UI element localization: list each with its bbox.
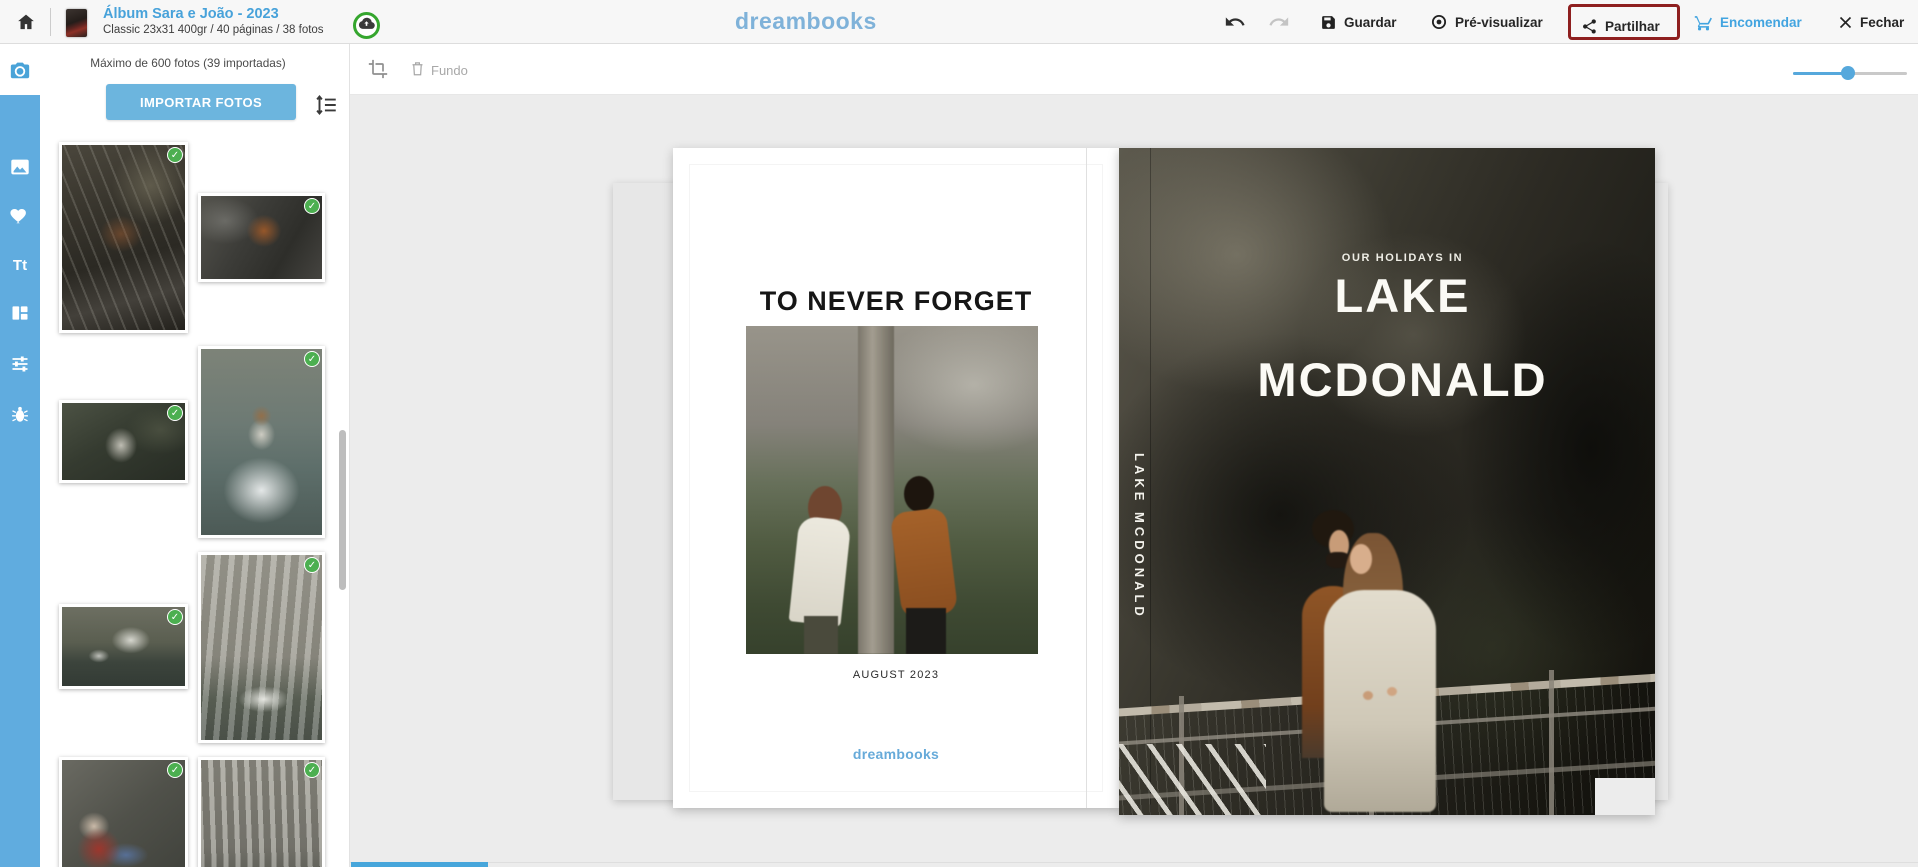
photo-selected-check-icon: ✓ [167,609,183,625]
photo-thumbnail-climber-on-rock-face[interactable]: ✓ [198,757,325,867]
sidebar-item-adjustments[interactable] [0,340,40,388]
save-label: Guardar [1344,15,1397,30]
book-front-cover-photo[interactable]: LAKE MCDONALD OUR HOLIDAYS IN LAKE MCDON… [1119,148,1655,815]
top-bar: Álbum Sara e João - 2023 Classic 23x31 4… [0,0,1918,44]
image-icon [9,156,31,178]
close-label: Fechar [1860,15,1904,30]
woman-sweater [1324,590,1436,812]
photo-selected-check-icon: ✓ [167,405,183,421]
remove-background-button[interactable]: Fundo [410,58,468,82]
crop-button[interactable] [367,59,389,81]
photo-limit-text: Máximo de 600 fotos (39 importadas) [40,56,336,70]
bug-icon [10,405,30,425]
crop-icon [368,67,388,82]
sidebar-item-gallery[interactable] [0,143,40,191]
photo-thumbnail-woman-on-bridge[interactable]: ✓ [59,400,188,483]
hand-on-rail [1387,687,1397,696]
woman-sweater [789,516,852,627]
order-label: Encomendar [1720,15,1802,30]
preview-button[interactable]: Pré-visualizar [1430,0,1543,44]
home-button[interactable] [16,0,36,44]
trash-icon [410,60,425,80]
cart-icon [1694,13,1713,32]
editor-canvas: Fundo TO NEVER FORGET AUGUS [350,44,1918,867]
share-icon [1581,18,1598,35]
photo-thumbnail-couple-on-canyon-bridge[interactable]: ✓ [59,142,188,333]
sidebar-item-layouts[interactable] [0,289,40,337]
photo-selected-check-icon: ✓ [167,762,183,778]
import-photos-button[interactable]: IMPORTAR FOTOS [106,84,296,120]
heart-icon [9,204,31,226]
preview-icon [1430,13,1448,31]
preview-label: Pré-visualizar [1455,15,1543,30]
photo-selected-check-icon: ✓ [304,557,320,573]
back-cover-photo[interactable] [746,326,1038,654]
cloud-upload-icon [358,15,375,37]
header-divider [50,8,51,36]
text-tool-icon: Tt [13,257,27,274]
man-head [904,476,934,512]
canvas-bottom-edge [350,862,1918,863]
tool-sidebar: Tt [0,44,40,867]
back-cover-title-text[interactable]: TO NEVER FORGET [673,286,1119,317]
camera-icon [9,59,31,81]
sliders-icon [10,354,30,374]
zoom-slider-fill [1793,72,1848,75]
album-title: Álbum Sara e João - 2023 [103,6,279,23]
photo-thumbnail-man-lying-on-rocks[interactable]: ✓ [198,193,325,282]
album-cover-thumbnail [66,9,87,37]
save-button[interactable]: Guardar [1320,0,1397,44]
photo-thumbnail-woman-with-hat-in-boat[interactable]: ✓ [198,346,325,538]
panel-scrollbar[interactable] [339,430,346,590]
photo-selected-check-icon: ✓ [304,351,320,367]
woman-pants [804,616,838,654]
photo-thumbnail-boat-on-quarry-lake[interactable]: ✓ [59,604,188,689]
sidebar-item-stickers[interactable] [0,391,40,439]
order-button[interactable]: Encomendar [1694,0,1802,44]
undo-icon [1224,11,1246,33]
photo-thumbnail-couple-sitting-on-rocks[interactable]: ✓ [59,757,188,867]
woman-face [1350,544,1372,574]
tree-trunk [858,326,894,654]
redo-icon [1268,11,1290,33]
canvas-toolbar: Fundo [350,44,1918,95]
photos-panel: Máximo de 600 fotos (39 importadas) IMPO… [40,44,350,867]
close-button[interactable]: Fechar [1838,0,1904,44]
man-sweater [890,507,959,619]
book-back-cover[interactable]: TO NEVER FORGET AUGUST 2023 dreambooks [673,148,1119,808]
sort-order-icon [313,106,339,121]
zoom-slider[interactable] [1793,64,1907,82]
back-cover-brand-logo: dreambooks [673,746,1119,762]
share-highlight-annotation: Partilhar [1568,4,1680,40]
sort-photos-button[interactable] [312,92,340,120]
share-label: Partilhar [1605,19,1660,34]
undo-button[interactable] [1224,0,1246,44]
sidebar-item-photos[interactable] [0,44,40,95]
cover-bleed-notch [1595,778,1655,815]
back-cover-date-text[interactable]: AUGUST 2023 [673,669,1119,681]
save-icon [1320,14,1337,31]
photo-selected-check-icon: ✓ [304,762,320,778]
cloud-sync-status-button[interactable] [353,12,380,39]
upload-progress-bar [351,862,488,867]
home-icon [16,12,36,32]
layout-icon [10,303,30,323]
photo-selected-check-icon: ✓ [304,198,320,214]
redo-button[interactable] [1268,0,1290,44]
man-pants [906,608,946,654]
zoom-slider-thumb[interactable] [1841,66,1855,80]
dreambooks-editor: Álbum Sara e João - 2023 Classic 23x31 4… [0,0,1918,867]
cover-fold-line [1086,148,1087,808]
photo-selected-check-icon: ✓ [167,147,183,163]
album-subtitle: Classic 23x31 400gr / 40 páginas / 38 fo… [103,24,324,37]
background-label: Fundo [431,63,468,78]
sidebar-item-favorites[interactable] [0,191,40,239]
close-icon [1838,15,1853,30]
hand-on-rail [1363,691,1373,700]
photo-thumbnail-couple-rowing-under-cliff[interactable]: ✓ [198,552,325,743]
dreambooks-logo: dreambooks [735,8,877,35]
couple-figures [1119,148,1655,815]
sidebar-item-text[interactable]: Tt [0,241,40,289]
share-button[interactable]: Partilhar [1581,4,1660,48]
